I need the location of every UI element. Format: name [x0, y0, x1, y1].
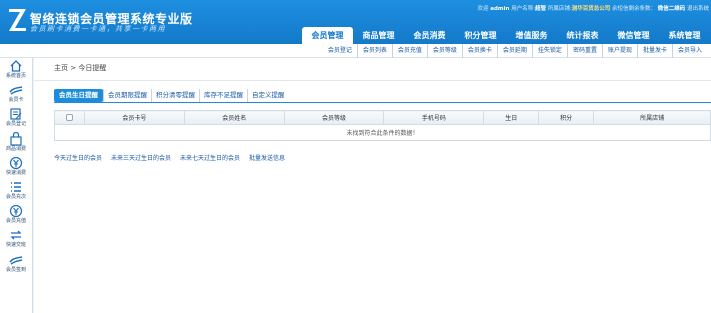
- divider: [34, 80, 711, 81]
- sms-balance: 余短信剩余条数：: [611, 6, 656, 12]
- logo-icon: [9, 9, 26, 31]
- sidebar-item-label: 商品消费: [5, 145, 26, 152]
- sidebar-item-label: 系统首页: [5, 73, 26, 79]
- edit-icon: [10, 108, 22, 120]
- main-content: 主页 > 今日提醒 会员生日提醒 会员期限提醒 积分清零提醒 库存不足提醒 自定…: [34, 58, 711, 313]
- sidebar-item-card[interactable]: 会员卡: [0, 83, 32, 106]
- sidebar-item-label: 快速交班: [5, 242, 26, 249]
- home-icon: [10, 60, 22, 72]
- sidebar-item-times-recharge[interactable]: 会员充次: [0, 180, 32, 203]
- empty-message: 未找到符合此条件的数据！: [54, 124, 711, 141]
- col-points[interactable]: 积分: [538, 110, 595, 125]
- sidebar-item-label: 会员登记: [5, 121, 26, 128]
- user-name: 超管: [535, 6, 547, 12]
- subnav-register[interactable]: 会员登记: [323, 44, 357, 58]
- col-name[interactable]: 会员姓名: [183, 110, 285, 125]
- main-nav-goods[interactable]: 商品管理: [353, 27, 404, 44]
- sidebar-item-label: 会员充值: [5, 218, 26, 225]
- subnav-import[interactable]: 会员导入: [671, 44, 707, 58]
- main-nav-member[interactable]: 会员管理: [302, 27, 353, 44]
- sidebar-item-label: 会员签到: [5, 266, 26, 273]
- link-7days-birthday[interactable]: 未来七天过生日的会员: [180, 153, 240, 162]
- sidebar-item-shift-handover[interactable]: 快速交班: [0, 228, 32, 251]
- yen-icon: [9, 205, 23, 218]
- quick-links: 今天过生日的会员 未来三天过生日的会员 未来七天过生日的会员 批量发送信息: [54, 153, 285, 162]
- tab-custom-reminder[interactable]: 自定义提醒: [247, 89, 289, 102]
- sub-nav: 会员登记 会员列表 会员充值 会员等级 会员换卡 会员延期 挂失锁定 密码重置 …: [0, 44, 711, 58]
- main-nav-reports[interactable]: 统计报表: [557, 27, 608, 44]
- col-card-no[interactable]: 会员卡号: [83, 110, 185, 125]
- member-table: 会员卡号 会员姓名 会员等级 手机号码 生日 积分 所属店铺 未找到符合此条件的…: [54, 110, 711, 141]
- sidebar-item-home[interactable]: 系统首页: [0, 59, 32, 82]
- tab-points-reset-reminder[interactable]: 积分清零提醒: [151, 89, 199, 102]
- tab-birthday-reminder[interactable]: 会员生日提醒: [54, 89, 103, 102]
- tab-expiry-reminder[interactable]: 会员期限提醒: [103, 89, 151, 102]
- welcome-text: 欢迎: [477, 6, 489, 12]
- sidebar-item-checkin[interactable]: 会员签到: [0, 253, 32, 276]
- card-icon: [9, 255, 23, 265]
- select-all-checkbox[interactable]: [65, 114, 73, 121]
- main-nav-valueadded[interactable]: 增值服务: [506, 27, 557, 44]
- yen-icon: [9, 156, 23, 169]
- subnav-level[interactable]: 会员等级: [426, 44, 462, 58]
- sidebar-item-label: 会员卡: [8, 97, 24, 104]
- reminder-tabs: 会员生日提醒 会员期限提醒 积分清零提醒 库存不足提醒 自定义提醒: [54, 89, 289, 102]
- breadcrumb-current: 今日提醒: [78, 64, 107, 72]
- app-header: 智络连锁会员管理系统专业版 会员刷卡消费一卡通，共享一卡两用 欢迎 admin …: [0, 0, 711, 44]
- shop-name: 测华百货总公司: [571, 6, 611, 12]
- breadcrumb-home[interactable]: 主页: [54, 64, 68, 72]
- link-today-birthday[interactable]: 今天过生日的会员: [54, 153, 102, 162]
- sidebar-item-label: 会员充次: [5, 193, 26, 200]
- table-row: 未找到符合此条件的数据！: [54, 124, 711, 141]
- user-name-label: 用户名称:: [511, 6, 536, 12]
- col-birthday[interactable]: 生日: [483, 110, 540, 125]
- subnav-withdraw[interactable]: 账户提现: [601, 44, 637, 58]
- user-info-bar: 欢迎 admin 用户名称:超管 所属店铺:测华百货总公司 余短信剩余条数： 微…: [478, 4, 710, 12]
- sidebar-item-goods-consume[interactable]: 商品消费: [0, 131, 32, 155]
- breadcrumb: 主页 > 今日提醒: [54, 63, 106, 73]
- card-icon: [9, 86, 23, 95]
- main-nav-consume[interactable]: 会员消费: [404, 27, 455, 44]
- subnav-change-card[interactable]: 会员换卡: [461, 44, 497, 58]
- sidebar: 系统首页 会员卡 会员登记 商品消费 快速消费 会员充次 会员充值 快速交班 会…: [0, 58, 33, 313]
- main-nav-wechat[interactable]: 微信管理: [608, 27, 659, 44]
- link-batch-send[interactable]: 批量发送信息: [249, 153, 285, 162]
- subnav-lock[interactable]: 挂失锁定: [531, 44, 567, 58]
- exchange-icon: [10, 230, 22, 240]
- col-shop[interactable]: 所属店铺: [593, 110, 711, 125]
- shop-label: 所属店铺:: [547, 6, 572, 12]
- username: admin: [490, 6, 510, 12]
- link-3days-birthday[interactable]: 未来三天过生日的会员: [111, 153, 171, 162]
- subnav-password-reset[interactable]: 密码重置: [566, 44, 602, 58]
- breadcrumb-separator: >: [70, 64, 77, 72]
- app-slogan: 会员刷卡消费一卡通，共享一卡两用: [30, 25, 166, 33]
- sidebar-item-recharge[interactable]: 会员充值: [0, 204, 32, 227]
- list-icon: [11, 182, 21, 192]
- wechat-qrcode-link[interactable]: 微信二维码: [658, 6, 686, 12]
- sidebar-item-register[interactable]: 会员登记: [0, 107, 32, 130]
- divider: [54, 102, 711, 103]
- col-level[interactable]: 会员等级: [283, 110, 385, 125]
- select-all-cell: [54, 110, 85, 125]
- subnav-list[interactable]: 会员列表: [356, 44, 392, 58]
- subnav-extend[interactable]: 会员延期: [496, 44, 532, 58]
- main-nav-points[interactable]: 积分管理: [455, 27, 506, 44]
- subnav-recharge[interactable]: 会员充值: [391, 44, 427, 58]
- bag-icon: [10, 131, 22, 146]
- col-phone[interactable]: 手机号码: [383, 110, 485, 125]
- sidebar-item-quick-consume[interactable]: 快速消费: [0, 156, 32, 179]
- tab-low-stock-reminder[interactable]: 库存不足提醒: [199, 89, 247, 102]
- table-header-row: 会员卡号 会员姓名 会员等级 手机号码 生日 积分 所属店铺: [54, 110, 711, 125]
- sidebar-item-label: 快速消费: [5, 169, 26, 176]
- logout-link[interactable]: 退出系统: [687, 6, 709, 12]
- main-nav-system[interactable]: 系统管理: [659, 27, 710, 44]
- main-nav: 会员管理 商品管理 会员消费 积分管理 增值服务 统计报表 微信管理 系统管理: [302, 27, 710, 44]
- subnav-batch-card[interactable]: 批量发卡: [636, 44, 672, 58]
